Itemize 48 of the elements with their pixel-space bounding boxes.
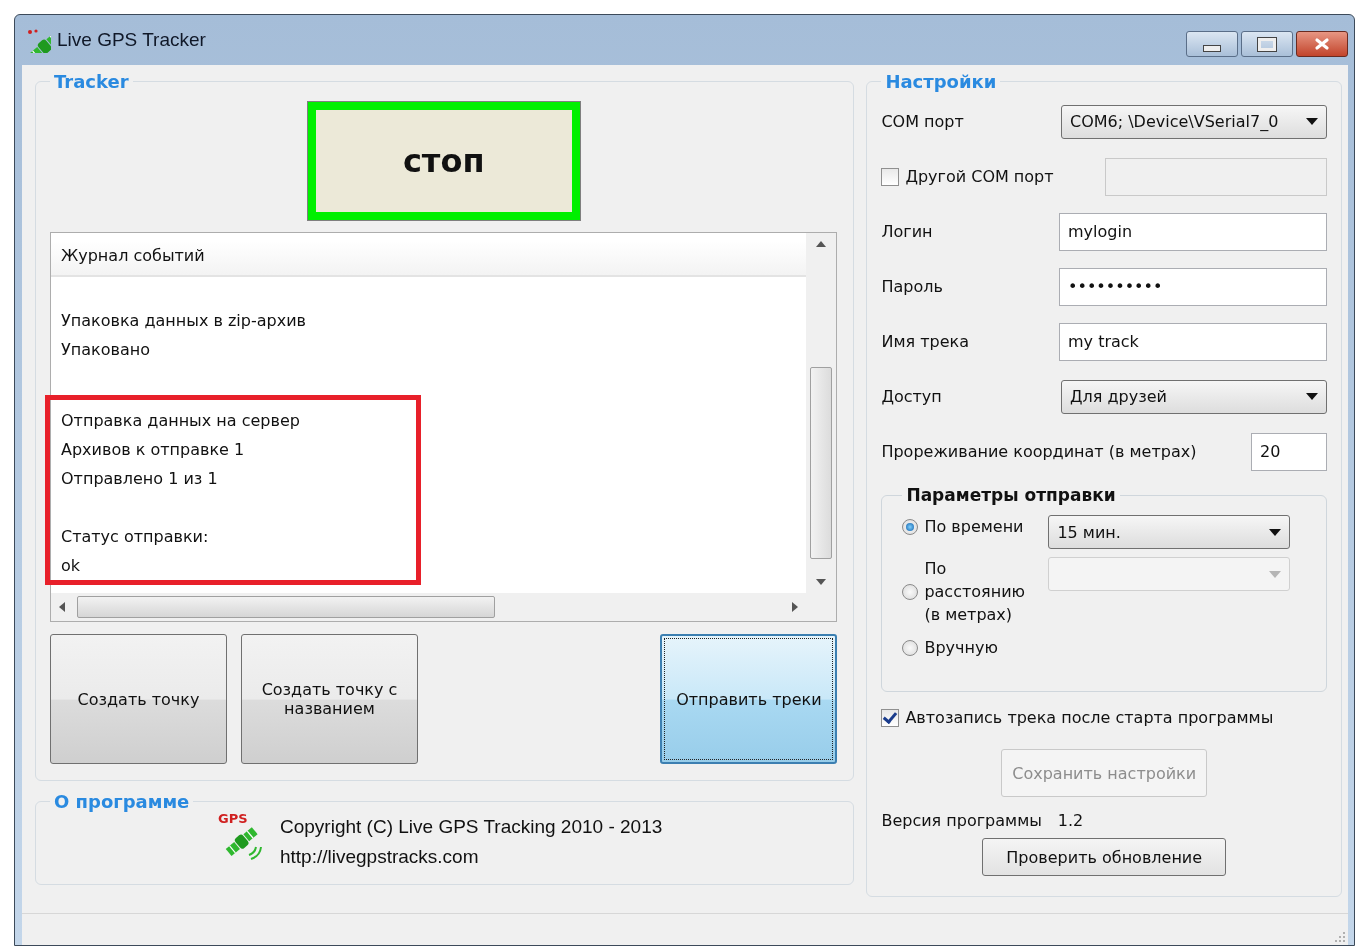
copyright-text: Copyright (C) Live GPS Tracking 2010 - 2013 <box>280 816 663 838</box>
input-field[interactable]: my track <box>1059 322 1327 361</box>
maximize-button[interactable] <box>1241 31 1293 57</box>
radio-option[interactable]: По расстоянию (в метрах) <box>902 557 1035 626</box>
dropdown[interactable]: Для друзей <box>1061 379 1327 414</box>
checkbox[interactable]: Автозапись трека после старта программы <box>881 708 1327 727</box>
website-link[interactable]: http://livegpstracks.com <box>280 846 663 868</box>
group-title: Tracker <box>53 71 130 92</box>
dropdown[interactable]: 15 мин. <box>1048 515 1291 549</box>
logo-label: GPS <box>218 812 248 826</box>
input-field[interactable]: mylogin <box>1059 212 1327 251</box>
field-label: Доступ <box>881 387 942 406</box>
log-line: Упаковано <box>60 339 151 361</box>
log-line: Упаковка данных в zip-архив <box>60 310 307 332</box>
action-button[interactable]: Создать точку с названием <box>241 634 418 764</box>
field-label: Имя трека <box>881 332 969 351</box>
log-line: Архивов к отправке 1 <box>60 439 246 461</box>
version-label: Версия программы <box>881 811 1042 830</box>
horizontal-scrollbar[interactable] <box>51 593 807 621</box>
field-label: Пароль <box>881 277 943 296</box>
satellite-icon <box>25 27 51 53</box>
close-icon <box>1314 37 1330 51</box>
input-field[interactable]: 20 <box>1251 432 1327 471</box>
input-field[interactable]: •••••••••• <box>1059 267 1327 306</box>
radio-option[interactable]: По времени <box>902 515 1035 538</box>
group-title: О программе <box>53 791 191 812</box>
field-label: Логин <box>881 222 933 241</box>
log-line: ok <box>60 555 82 577</box>
stop-button[interactable]: стоп <box>307 102 580 220</box>
field-label: COM порт <box>881 112 964 131</box>
version-number: 1.2 <box>1057 811 1084 830</box>
checkbox[interactable]: Другой COM порт <box>881 167 1054 186</box>
close-button[interactable] <box>1296 31 1348 57</box>
action-button[interactable]: Отправить треки <box>660 634 838 764</box>
group-title: Параметры отправки <box>905 485 1117 505</box>
action-button[interactable]: Создать точку <box>50 634 227 764</box>
group-title: Настройки <box>884 71 998 92</box>
dropdown[interactable]: COM6; \Device\VSerial7_0 <box>1061 104 1327 139</box>
check-update-button[interactable]: Проверить обновление <box>982 838 1227 876</box>
vertical-scrollbar[interactable] <box>806 233 837 593</box>
log-line: Отправлено 1 из 1 <box>60 468 219 490</box>
radio-option[interactable]: Вручную <box>902 636 1035 659</box>
window-title: Live GPS Tracker <box>57 29 206 51</box>
field-label: Прореживание координат (в метрах) <box>881 442 1197 461</box>
log-line: Статус отправки: <box>60 526 210 548</box>
resize-grip-icon <box>1334 931 1346 943</box>
minimize-button[interactable] <box>1186 31 1238 57</box>
log-line: Отправка данных на сервер <box>60 410 301 432</box>
